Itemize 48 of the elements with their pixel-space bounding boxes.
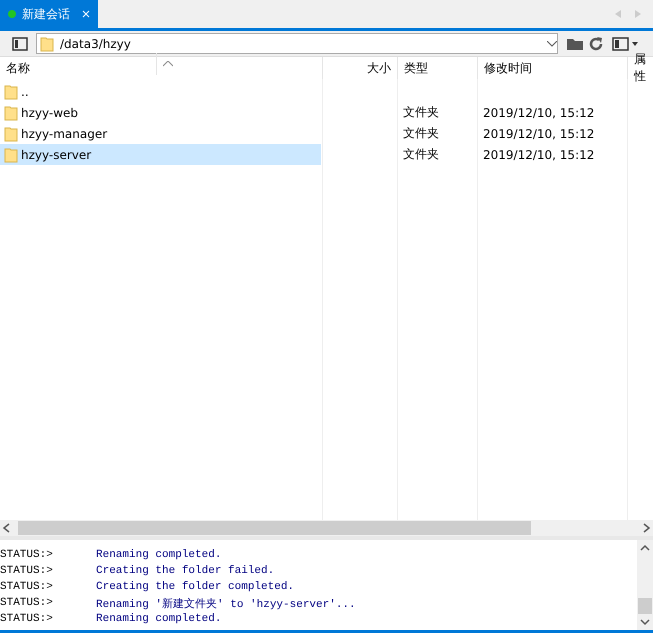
path-field[interactable]: /data3/hzyy: [36, 33, 558, 54]
folder-icon: [40, 36, 54, 52]
table-cell: 文件夹: [403, 104, 439, 121]
session-tab[interactable]: 新建会话: [0, 0, 98, 28]
file-name: hzyy-manager: [21, 126, 108, 140]
folder-icon[interactable]: [566, 36, 584, 50]
tab-label: 新建会话: [22, 6, 70, 22]
panel-toggle-icon[interactable]: [12, 36, 28, 50]
file-row[interactable]: hzyy-server: [0, 144, 321, 165]
file-row[interactable]: ..: [0, 81, 322, 102]
log-message: Creating the folder failed.: [96, 565, 274, 577]
folder-icon: [4, 104, 18, 120]
column-header[interactable]: 类型: [397, 57, 477, 79]
folder-icon: [4, 126, 18, 142]
log-prefix: STATUS:>: [0, 549, 54, 561]
table-cell: 2019/12/10, 15:12: [483, 126, 594, 140]
log-message: Renaming '新建文件夹' to 'hzyy-server'...: [96, 596, 356, 610]
log-prefix: STATUS:>: [0, 597, 54, 609]
file-name: hzyy-server: [21, 148, 92, 162]
log-message: Creating the folder completed.: [96, 581, 294, 593]
scrollbar-thumb[interactable]: [638, 598, 652, 614]
folder-icon: [4, 84, 18, 100]
path-text: /data3/hzyy: [60, 36, 132, 50]
scroll-down-icon[interactable]: [640, 618, 650, 626]
table-cell: 文件夹: [403, 125, 439, 142]
log-prefix: STATUS:>: [0, 565, 54, 577]
close-icon[interactable]: [82, 10, 90, 18]
layout-icon[interactable]: [612, 36, 638, 50]
log-prefix: STATUS:>: [0, 613, 54, 625]
table-cell: 文件夹: [403, 146, 439, 163]
dropdown-icon[interactable]: [547, 40, 557, 46]
scroll-up-icon[interactable]: [640, 544, 650, 552]
log-prefix: STATUS:>: [0, 581, 54, 593]
column-header[interactable]: 大小: [322, 57, 397, 79]
column-header[interactable]: 修改时间: [477, 57, 627, 79]
file-row[interactable]: hzyy-web: [0, 102, 322, 123]
file-name: hzyy-web: [21, 106, 78, 120]
log-message: Renaming completed.: [96, 613, 222, 625]
status-dot-icon: [8, 10, 16, 18]
folder-icon: [4, 146, 18, 162]
refresh-icon[interactable]: [588, 36, 604, 52]
file-name: ..: [21, 84, 29, 98]
table-cell: 2019/12/10, 15:12: [483, 148, 594, 162]
file-row[interactable]: hzyy-manager: [0, 123, 322, 144]
column-header[interactable]: 名称: [0, 57, 322, 79]
table-cell: 2019/12/10, 15:12: [483, 106, 594, 120]
log-message: Renaming completed.: [96, 549, 222, 561]
scrollbar-thumb[interactable]: [18, 521, 531, 535]
